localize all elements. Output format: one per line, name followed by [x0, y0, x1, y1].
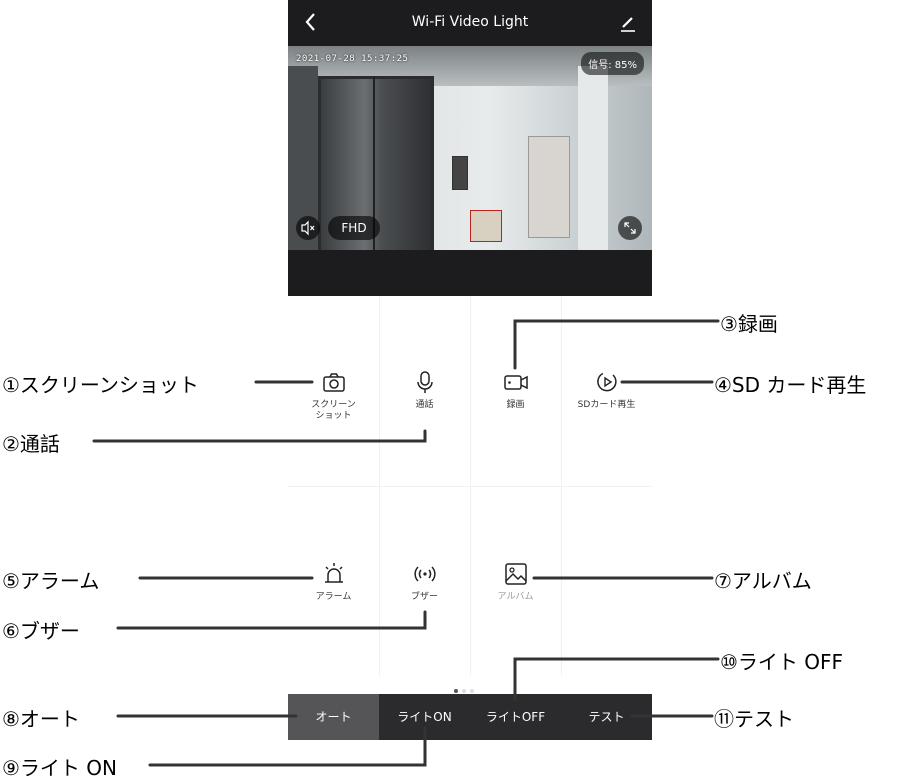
annotation-call: ②通話 — [2, 432, 60, 456]
line-buzzer — [116, 610, 427, 630]
annotation-record: ③録画 — [720, 312, 778, 336]
annotation-screenshot: ①スクリーンショット — [2, 373, 199, 397]
annotation-light-on: ⑨ライト ON — [2, 756, 117, 780]
line-record — [513, 319, 720, 370]
annotation-auto: ⑧オート — [2, 707, 80, 731]
line-light-off — [513, 657, 720, 702]
annotation-buzzer: ⑥ブザー — [2, 619, 80, 643]
line-call — [92, 429, 427, 443]
annotation-album: ⑦アルバム — [714, 569, 812, 593]
annotation-light-off: ⑩ライト OFF — [720, 650, 844, 674]
annotation-sd-playback: ④SD カード再生 — [714, 373, 867, 397]
annotation-test: ⑪テスト — [714, 707, 794, 731]
line-light-on — [148, 726, 427, 767]
annotation-alarm: ⑤アラーム — [2, 569, 100, 593]
